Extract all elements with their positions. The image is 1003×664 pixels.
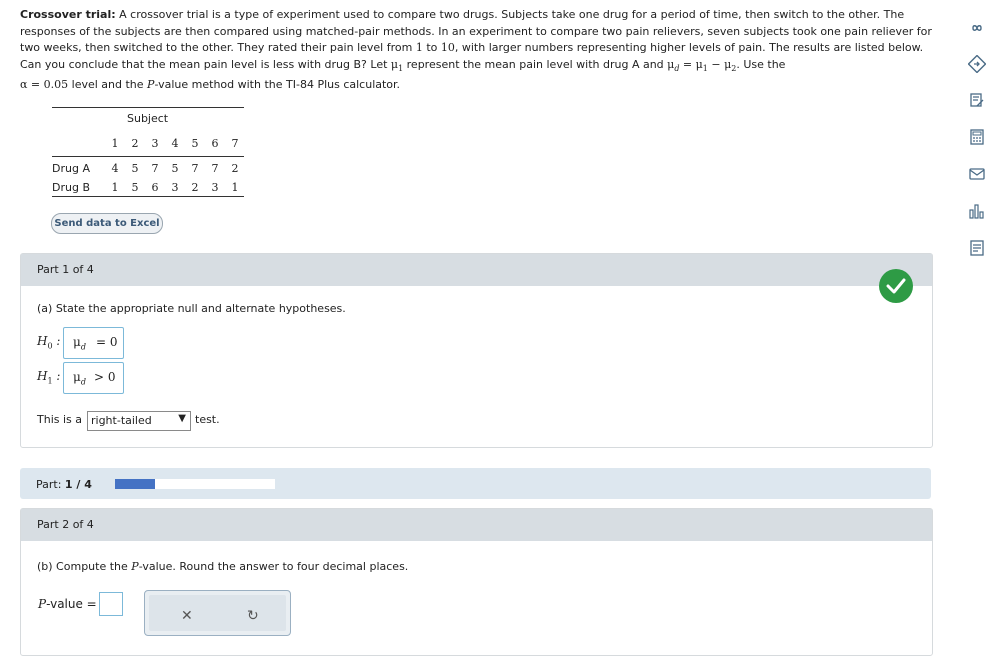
progress-bar-panel: Part: 1 / 4 <box>20 468 931 499</box>
infinity-icon[interactable] <box>967 18 987 38</box>
table-mid-rule <box>52 156 244 157</box>
undo-icon[interactable]: ↻ <box>247 608 259 624</box>
clear-icon[interactable]: ✕ <box>181 608 193 624</box>
h1-label: H1 : <box>37 369 61 386</box>
dropdown-arrow-icon: ▼ <box>178 413 186 424</box>
problem-title: Crossover trial: <box>20 8 116 21</box>
part2-header: Part 2 of 4 <box>21 509 932 541</box>
edit-icon[interactable] <box>967 90 987 110</box>
pvalue-input[interactable] <box>99 592 123 616</box>
pvalue-label: P-value = <box>38 597 97 611</box>
answer-tools: ✕ ↻ <box>144 590 291 636</box>
test-suffix: test. <box>195 413 220 426</box>
calculator-icon[interactable] <box>967 127 987 147</box>
tail-select[interactable]: right-tailed ▼ <box>87 411 191 431</box>
answer-key-icon[interactable] <box>967 54 987 74</box>
part1-question: (a) State the appropriate null and alter… <box>37 302 346 315</box>
h0-label: H0 : <box>37 334 61 351</box>
table-top-rule <box>52 107 244 108</box>
table-header: Subject <box>127 112 169 125</box>
table-bottom-rule <box>52 196 244 197</box>
correct-check-icon <box>879 269 913 303</box>
h0-answer-box[interactable]: μd = 0 <box>63 327 124 359</box>
h0-sign: = 0 <box>96 335 118 349</box>
part1-header: Part 1 of 4 <box>21 254 932 286</box>
data-icon[interactable] <box>967 238 987 258</box>
h1-sign: > 0 <box>94 370 116 384</box>
progress-fill <box>115 479 155 489</box>
progress-track <box>115 479 275 489</box>
test-prefix: This is a <box>37 413 82 426</box>
chart-icon[interactable] <box>967 201 987 221</box>
mail-icon[interactable] <box>967 164 987 184</box>
tail-select-value: right-tailed <box>91 414 152 427</box>
h1-answer-box[interactable]: μd > 0 <box>63 362 124 394</box>
send-to-excel-button[interactable]: Send data to Excel <box>51 213 163 234</box>
part2-question: (b) Compute the P-value. Round the answe… <box>37 560 409 573</box>
problem-statement: Crossover trial: A crossover trial is a … <box>20 8 932 92</box>
